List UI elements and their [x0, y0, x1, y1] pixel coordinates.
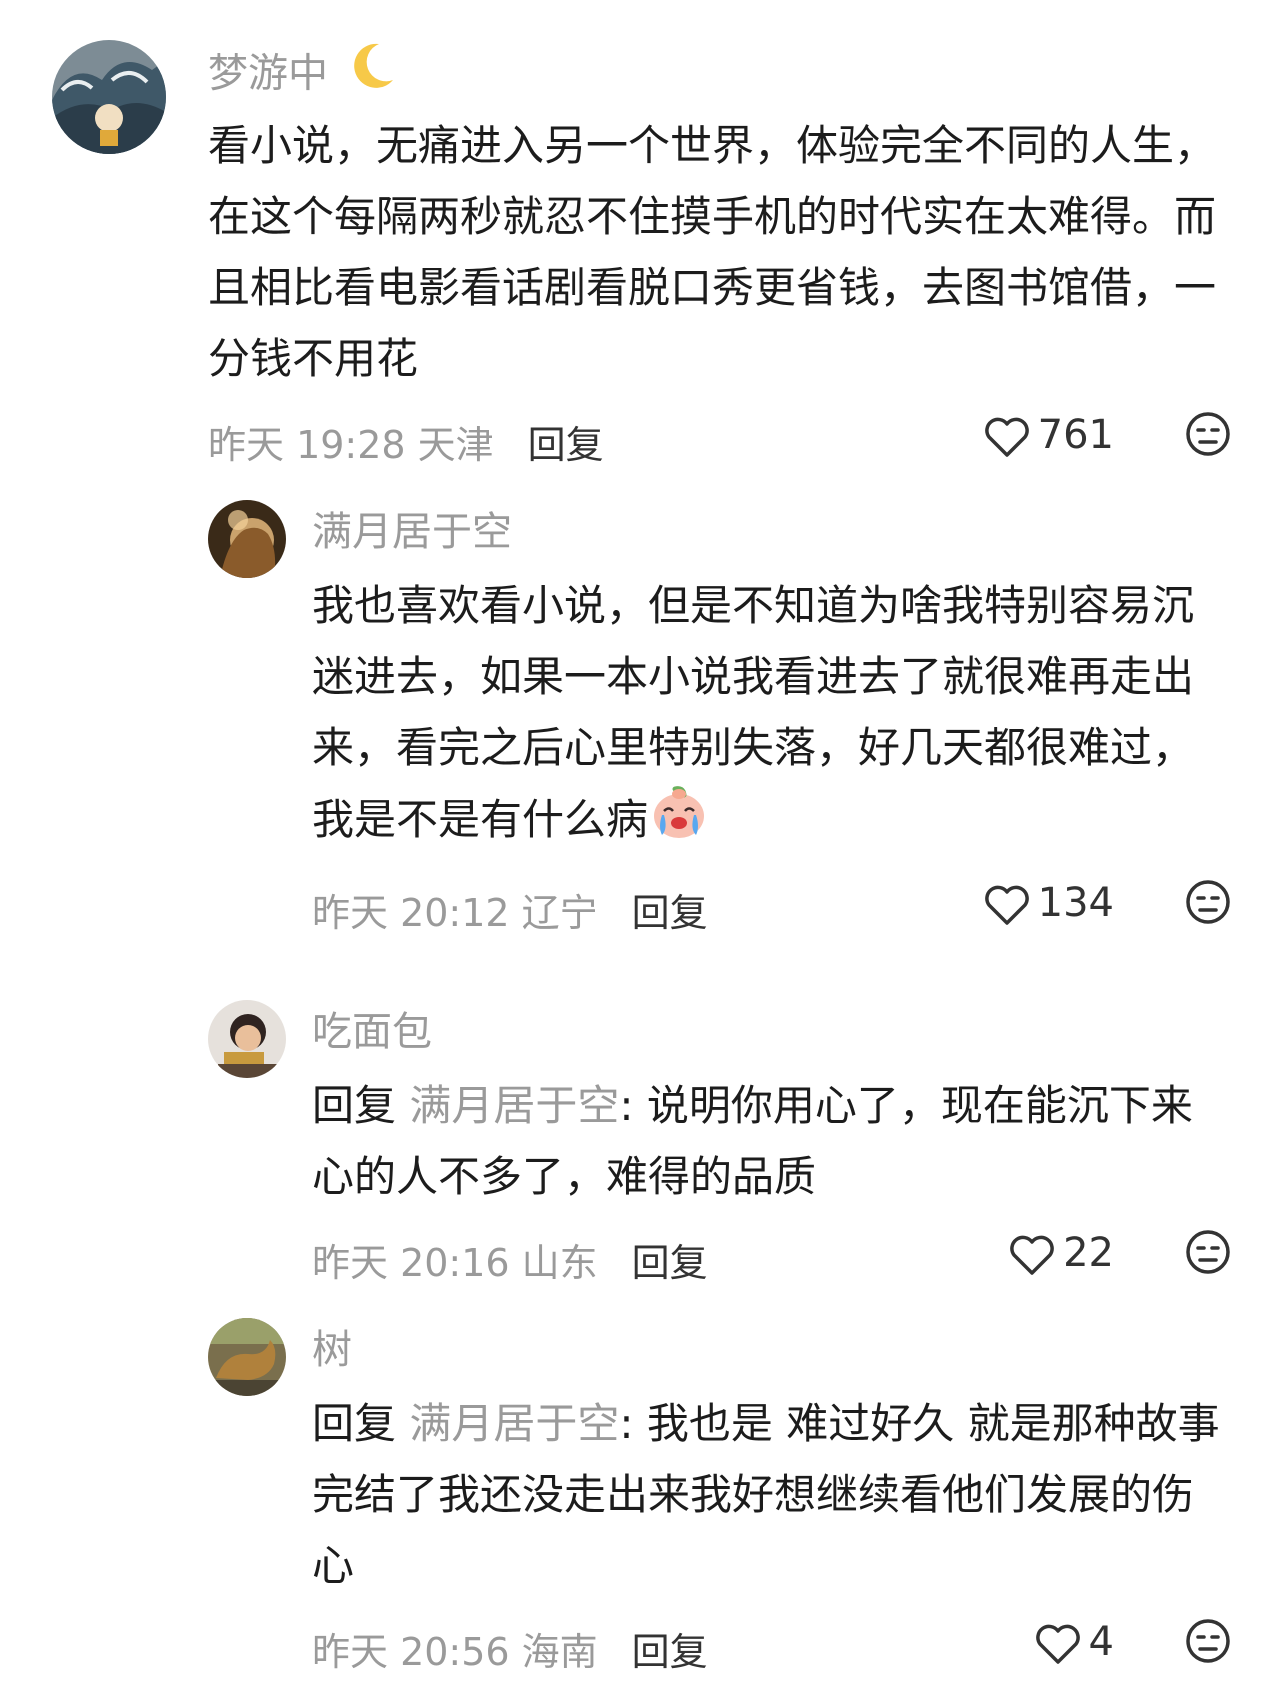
username[interactable]: 满月居于空 — [312, 500, 1232, 564]
username[interactable]: 梦游中 — [208, 40, 1232, 104]
crying-face-emoji-icon — [650, 783, 708, 862]
dislike-face-icon[interactable] — [1184, 1617, 1232, 1674]
like-count: 4 — [1088, 1619, 1114, 1665]
reply-button[interactable]: 回复 — [632, 891, 708, 935]
comment-text: 看小说，无痛进入另一个世界，体验完全不同的人生，在这个每隔两秒就忍不住摸手机的时… — [208, 121, 1217, 383]
comment-time-location: 昨天 20:12 辽宁 回复 — [312, 891, 708, 935]
like-button[interactable]: 22 — [1009, 1230, 1114, 1276]
comment-time-location: 昨天 20:56 海南 回复 — [312, 1630, 708, 1674]
reply-button[interactable]: 回复 — [528, 423, 604, 467]
like-count: 22 — [1063, 1230, 1114, 1276]
heart-icon — [1035, 1624, 1080, 1664]
comment-meta: 昨天 20:16 山东 回复 22 — [312, 1222, 1232, 1286]
like-button[interactable]: 761 — [984, 412, 1114, 458]
comment-meta: 昨天 20:56 海南 回复 4 — [312, 1611, 1232, 1675]
heart-icon — [984, 417, 1029, 457]
comment-meta: 昨天 20:12 辽宁 回复 134 — [312, 872, 1232, 936]
comment-meta: 昨天 19:28 天津 回复 761 — [208, 404, 1232, 468]
crescent-moon-icon — [345, 40, 397, 111]
dislike-face-icon[interactable] — [1184, 410, 1232, 467]
comment-time-location: 昨天 19:28 天津 回复 — [208, 423, 604, 467]
like-button[interactable]: 134 — [984, 880, 1114, 926]
avatar[interactable] — [208, 1000, 286, 1078]
dislike-face-icon[interactable] — [1184, 878, 1232, 935]
heart-icon — [1010, 1235, 1054, 1275]
avatar[interactable] — [52, 40, 166, 154]
like-count: 134 — [1037, 880, 1114, 926]
like-count: 761 — [1037, 412, 1114, 458]
comment-time-location: 昨天 20:16 山东 回复 — [312, 1241, 708, 1285]
username[interactable]: 吃面包 — [312, 1000, 1232, 1064]
reply-to-username[interactable]: 满月居于空 — [409, 1399, 619, 1448]
comment-text: 回复 满月居于空: 说明你用心了，现在能沉下来心的人不多了，难得的品质 — [312, 1081, 1193, 1201]
comment-text: 我也喜欢看小说，但是不知道为啥我特别容易沉迷进去，如果一本小说我看进去了就很难再… — [312, 570, 1232, 862]
reply-to-username[interactable]: 满月居于空 — [409, 1081, 619, 1130]
reply-button[interactable]: 回复 — [632, 1241, 708, 1285]
heart-icon — [984, 885, 1029, 925]
avatar[interactable] — [208, 1318, 286, 1396]
reply-button[interactable]: 回复 — [632, 1630, 708, 1674]
like-button[interactable]: 4 — [1035, 1619, 1114, 1665]
username[interactable]: 树 — [312, 1318, 1232, 1382]
dislike-face-icon[interactable] — [1184, 1228, 1232, 1285]
comment-text: 回复 满月居于空: 我也是 难过好久 就是那种故事完结了我还没走出来我好想继续看… — [312, 1399, 1220, 1590]
avatar[interactable] — [208, 500, 286, 578]
